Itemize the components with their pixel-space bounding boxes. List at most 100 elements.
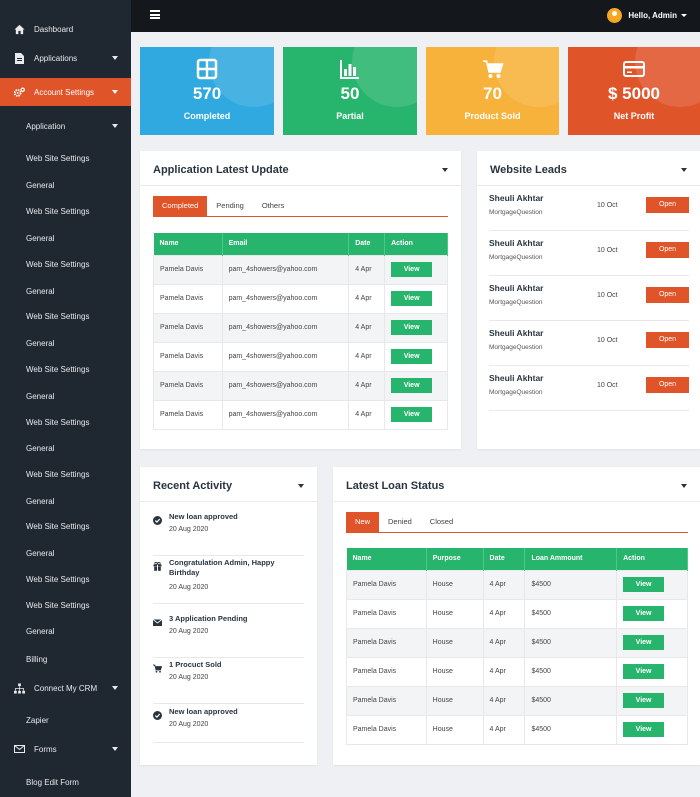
tab-completed[interactable]: Completed	[153, 196, 208, 216]
view-button[interactable]: View	[623, 664, 665, 679]
open-button[interactable]: Open	[646, 242, 689, 258]
caret-down-icon[interactable]	[298, 484, 304, 488]
sidebar-item-applications[interactable]: Applications	[0, 50, 131, 66]
view-button[interactable]: View	[623, 722, 665, 737]
view-button[interactable]: View	[391, 291, 433, 306]
sidebar-item-general[interactable]: General	[0, 335, 131, 351]
credit-card-icon	[623, 58, 645, 80]
sidebar-item-forms[interactable]: Forms	[0, 741, 131, 757]
sidebar-item-label: Web Site Settings	[26, 259, 90, 269]
bar-chart-icon	[339, 58, 361, 80]
sidebar-item-website-settings[interactable]: Web Site Settings	[0, 308, 131, 324]
sidebar-item-website-settings[interactable]: Web Site Settings	[0, 150, 131, 166]
sidebar-item-general[interactable]: General	[0, 230, 131, 246]
sidebar-item-general[interactable]: General	[0, 623, 131, 639]
cell-email: pam_4showers@yahoo.com	[221, 283, 350, 314]
cell-name: Pamela Davis	[346, 714, 427, 745]
user-menu[interactable]: Hello, Admin	[607, 8, 687, 23]
sidebar-item-general[interactable]: General	[0, 388, 131, 404]
activity-text: New loan approved	[169, 512, 238, 521]
loan-table: Name Purpose Date Loan Ammount Action Pa…	[346, 548, 688, 745]
panel-title: Website Leads	[490, 164, 567, 176]
tab-closed[interactable]: Closed	[421, 512, 462, 532]
view-button[interactable]: View	[623, 577, 665, 592]
sidebar-item-label: General	[26, 496, 55, 506]
stat-card-partial: 50 Partial	[283, 47, 417, 135]
view-button[interactable]: View	[391, 378, 433, 393]
check-circle-icon	[153, 707, 162, 720]
sidebar-item-connect-crm[interactable]: Connect My CRM	[0, 680, 131, 696]
cell-purpose: House	[425, 598, 484, 629]
sidebar-item-website-settings[interactable]: Web Site Settings	[0, 518, 131, 534]
sitemap-icon	[14, 682, 25, 694]
tab-bar: New Denied Closed	[346, 512, 462, 532]
table-row: Pamela Davis pam_4showers@yahoo.com 4 Apr V…	[153, 341, 448, 372]
caret-down-icon[interactable]	[681, 168, 687, 172]
sidebar-item-account-settings[interactable]: Account Settings	[0, 78, 131, 106]
cell-name: Pamela Davis	[153, 254, 223, 285]
sidebar-item-website-settings[interactable]: Web Site Settings	[0, 256, 131, 272]
list-item: Congratulation Admin, Happy Birthday 20 …	[153, 558, 304, 604]
sidebar-item-application[interactable]: Application	[0, 118, 131, 134]
caret-down-icon[interactable]	[442, 168, 448, 172]
open-button[interactable]: Open	[646, 377, 689, 393]
list-item: Sheuli Akhtar MortgageQuestion 10 Oct Op…	[489, 366, 689, 411]
table-row: Pamela Davis House 4 Apr $4500 View	[346, 598, 688, 629]
view-button[interactable]: View	[623, 606, 665, 621]
lead-date: 10 Oct	[597, 202, 618, 209]
cell-email: pam_4showers@yahoo.com	[221, 370, 350, 401]
tab-new[interactable]: New	[346, 512, 380, 532]
sidebar-item-website-settings[interactable]: Web Site Settings	[0, 466, 131, 482]
sidebar-item-label: Web Site Settings	[26, 574, 90, 584]
sidebar-item-website-settings[interactable]: Web Site Settings	[0, 597, 131, 613]
caret-down-icon[interactable]	[681, 484, 687, 488]
view-button[interactable]: View	[623, 693, 665, 708]
column-header: Action	[384, 233, 448, 255]
open-button[interactable]: Open	[646, 197, 689, 213]
sidebar-item-label: General	[26, 233, 55, 243]
tab-others[interactable]: Others	[253, 196, 294, 216]
lead-date: 10 Oct	[597, 292, 618, 299]
sidebar-item-general[interactable]: General	[0, 440, 131, 456]
list-item: New loan approved 20 Aug 2020	[153, 512, 304, 556]
column-header: Loan Ammount	[524, 548, 618, 570]
view-button[interactable]: View	[391, 262, 433, 277]
view-button[interactable]: View	[623, 635, 665, 650]
cart-icon	[482, 58, 504, 80]
sidebar-item-dashboard[interactable]: Dashboard	[0, 21, 131, 37]
open-button[interactable]: Open	[646, 287, 689, 303]
hamburger-menu-icon[interactable]	[150, 10, 160, 19]
sidebar-item-general[interactable]: General	[0, 283, 131, 299]
view-button[interactable]: View	[391, 407, 433, 422]
list-item: New loan approved 20 Aug 2020	[153, 707, 304, 743]
sidebar-item-label: Account Settings	[34, 87, 95, 97]
view-button[interactable]: View	[391, 349, 433, 364]
sidebar-item-label: Web Site Settings	[26, 206, 90, 216]
activity-date: 20 Aug 2020	[169, 674, 209, 681]
tab-pending[interactable]: Pending	[207, 196, 253, 216]
sidebar-item-blog-edit-form[interactable]: Blog Edit Form	[0, 774, 131, 790]
open-button[interactable]: Open	[646, 332, 689, 348]
list-item: Sheuli Akhtar MortgageQuestion 10 Oct Op…	[489, 276, 689, 321]
stat-card-completed: 570 Completed	[140, 47, 274, 135]
lead-name: Sheuli Akhtar	[489, 373, 544, 383]
sidebar-item-general[interactable]: General	[0, 545, 131, 561]
sidebar-item-website-settings[interactable]: Web Site Settings	[0, 203, 131, 219]
sidebar-item-label: Zapier	[26, 715, 49, 725]
file-icon	[14, 52, 25, 64]
table-row: Pamela Davis House 4 Apr $4500 View	[346, 627, 688, 658]
sidebar-item-website-settings[interactable]: Web Site Settings	[0, 571, 131, 587]
sidebar-item-website-settings[interactable]: Web Site Settings	[0, 414, 131, 430]
sidebar-item-zapier[interactable]: Zapier	[0, 712, 131, 728]
sidebar: Dashboard Applications Account Settings …	[0, 0, 131, 797]
sidebar-item-general[interactable]: General	[0, 493, 131, 509]
lead-subject: MortgageQuestion	[489, 209, 543, 216]
topbar: Hello, Admin	[131, 0, 700, 32]
sidebar-item-website-settings[interactable]: Web Site Settings	[0, 361, 131, 377]
sidebar-item-label: General	[26, 180, 55, 190]
tab-denied[interactable]: Denied	[379, 512, 421, 532]
lead-name: Sheuli Akhtar	[489, 193, 544, 203]
sidebar-item-general[interactable]: General	[0, 177, 131, 193]
sidebar-item-billing[interactable]: Billing	[0, 651, 131, 667]
view-button[interactable]: View	[391, 320, 433, 335]
